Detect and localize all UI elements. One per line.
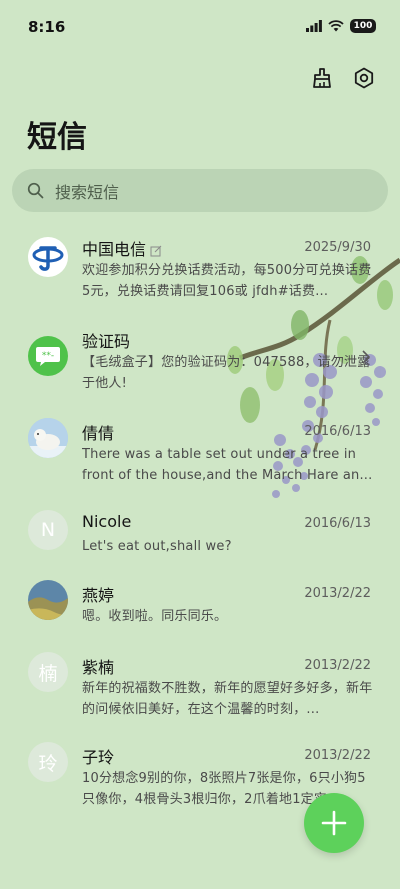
contact-name: 倩倩 (82, 424, 115, 443)
status-bar: 8:16 100 (0, 0, 400, 52)
avatar-letter: 楠 (38, 662, 58, 685)
page-title: 短信 (27, 120, 87, 155)
avatar (28, 418, 68, 458)
settings-icon (354, 67, 374, 89)
chevron-right-icon (362, 350, 370, 364)
message-date: 2025/9/30 (304, 240, 371, 255)
message-item-verification[interactable]: **- 验证码 【毛绒盒子】您的验证码为：047588，请勿泄露于他人! (0, 320, 400, 412)
message-preview: There was a table set out under a tree i… (82, 447, 373, 483)
message-preview: 【毛绒盒子】您的验证码为：047588，请勿泄露于他人! (82, 355, 371, 391)
new-message-button[interactable] (304, 793, 364, 853)
signal-icon (306, 20, 322, 32)
contact-name: 子玲 (82, 748, 115, 767)
message-item-zinan[interactable]: 楠 紫楠 2013/2/22 新年的祝福数不胜数，新年的愿望好多好多，新年的问候… (0, 646, 400, 738)
clean-brush-button[interactable] (308, 64, 336, 92)
message-date: 2016/6/13 (304, 424, 371, 439)
message-item-nicole[interactable]: N Nicole 2016/6/13 Let's eat out,shall w… (0, 504, 400, 580)
message-preview: 新年的祝福数不胜数，新年的愿望好多好多，新年的问候依旧美好，在这个温馨的时刻，.… (82, 681, 373, 717)
message-item-yanting[interactable]: 燕婷 2013/2/22 嗯。收到啦。同乐同乐。 (0, 574, 400, 650)
landscape-photo-icon (28, 580, 68, 620)
contact-name: Nicole (82, 512, 132, 531)
avatar: 玲 (28, 742, 68, 782)
china-telecom-logo-icon (32, 246, 64, 271)
settings-button[interactable] (350, 64, 378, 92)
contact-name: 燕婷 (82, 586, 115, 605)
avatar: N (28, 510, 68, 550)
brush-icon (313, 68, 331, 88)
avatar: **- (28, 336, 68, 376)
plus-icon (321, 810, 347, 836)
polar-bear-photo-icon (28, 418, 68, 458)
avatar (28, 237, 68, 277)
message-preview: 欢迎参加积分兑换话费活动，每500分可兑换话费5元，兑换话费请回复106或 jf… (82, 263, 372, 299)
avatar-letter: 玲 (38, 752, 58, 775)
message-item-qianqian[interactable]: 倩倩 2016/6/13 There was a table set out u… (0, 412, 400, 504)
avatar-letter: N (40, 519, 56, 541)
search-bar[interactable]: 搜索短信 (12, 169, 388, 212)
message-date: 2013/2/22 (304, 586, 371, 601)
status-time: 8:16 (28, 18, 66, 36)
avatar (28, 580, 68, 620)
message-date: 2013/2/22 (304, 658, 371, 673)
message-preview: Let's eat out,shall we? (82, 539, 232, 554)
svg-text:**-: **- (42, 351, 54, 361)
status-icons: 100 (306, 19, 376, 33)
message-date: 2013/2/22 (304, 748, 371, 763)
contact-name: 中国电信 (82, 236, 162, 260)
message-item-telecom[interactable]: 中国电信 2025/9/30 欢迎参加积分兑换话费活动，每500分可兑换话费5元… (0, 228, 400, 320)
message-preview: 嗯。收到啦。同乐同乐。 (82, 609, 228, 624)
avatar: 楠 (28, 652, 68, 692)
contact-name: 紫楠 (82, 658, 115, 677)
search-placeholder: 搜索短信 (55, 182, 120, 202)
contact-name: 验证码 (82, 332, 131, 351)
top-actions (308, 64, 378, 92)
search-icon (27, 182, 45, 200)
chat-bubble-icon: **- (36, 347, 60, 366)
battery-icon: 100 (350, 19, 376, 33)
wifi-icon (328, 20, 344, 32)
message-date: 2016/6/13 (304, 516, 371, 531)
edit-note-icon (150, 245, 162, 256)
